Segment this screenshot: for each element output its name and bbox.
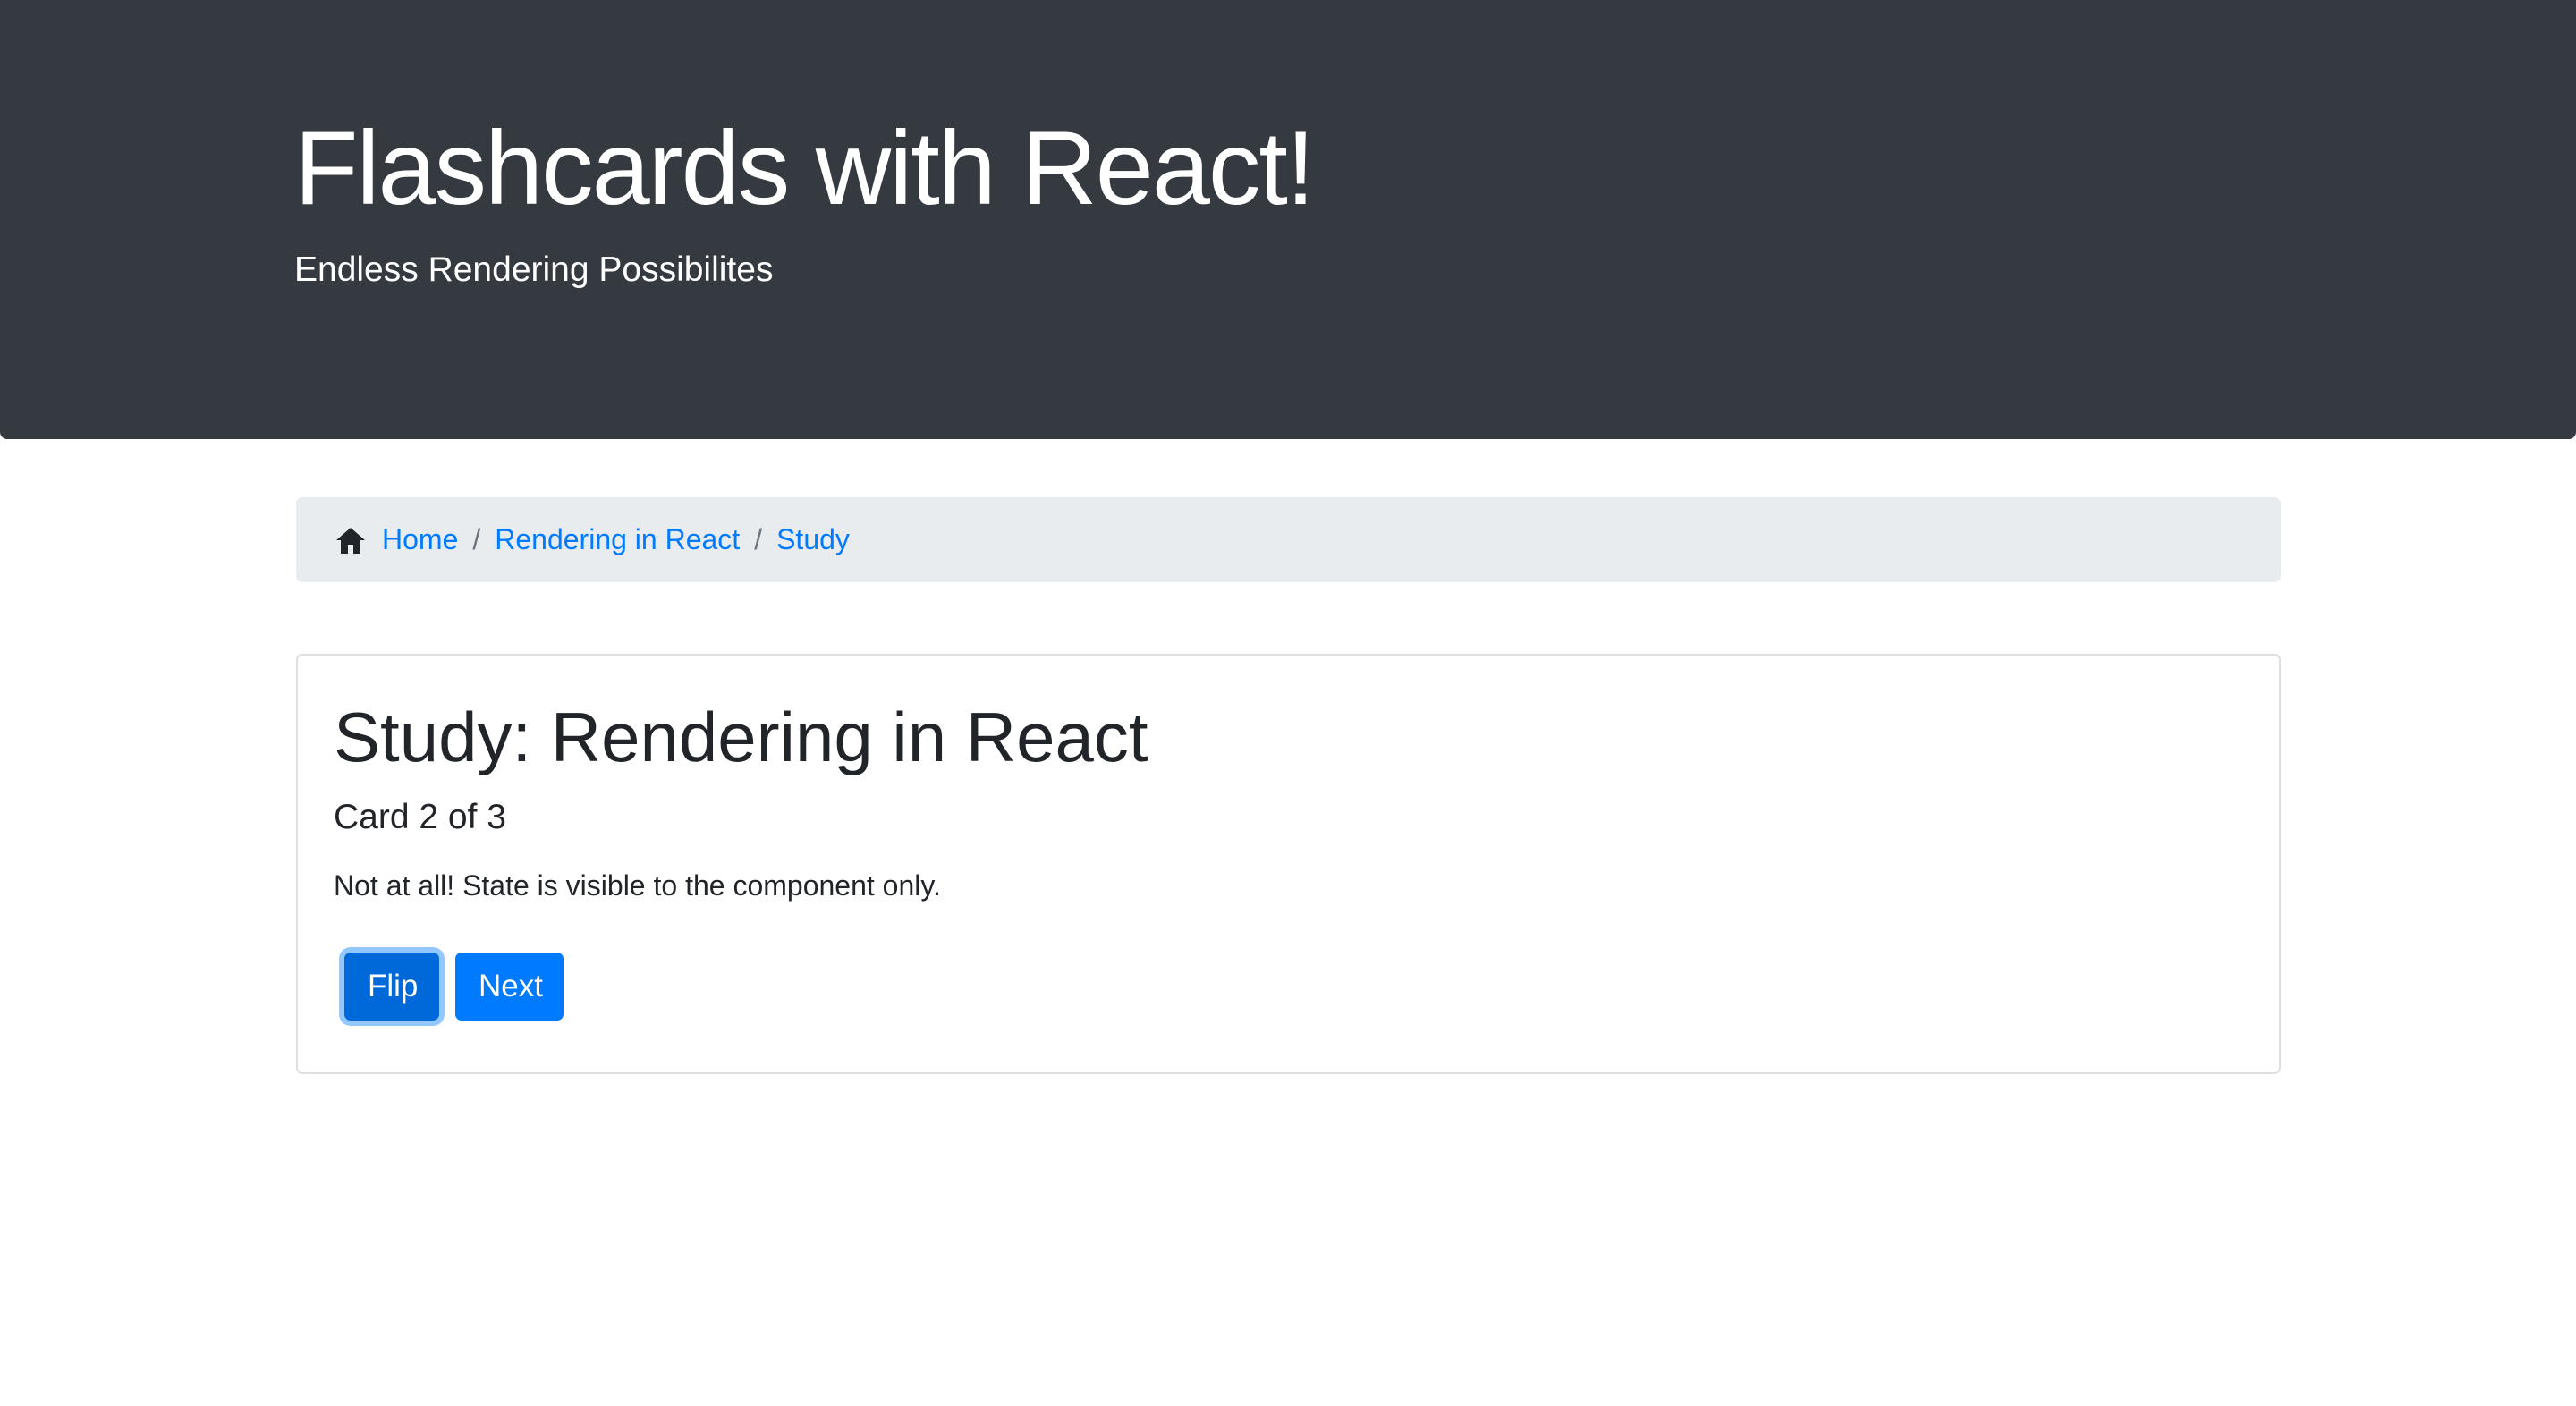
breadcrumb-separator: /: [472, 523, 481, 555]
card-counter: Card 2 of 3: [334, 798, 506, 836]
breadcrumb-item-home[interactable]: Home: [335, 523, 458, 556]
study-card: Study: Rendering in React Card 2 of 3 No…: [296, 654, 2281, 1074]
home-icon[interactable]: [335, 526, 366, 555]
breadcrumb-link-home[interactable]: Home: [382, 523, 458, 556]
breadcrumb-separator: /: [754, 523, 763, 555]
flip-button[interactable]: Flip: [344, 953, 439, 1021]
study-title: Study: Rendering in React: [334, 698, 1148, 776]
app-title: Flashcards with React!: [294, 109, 1315, 226]
breadcrumb-link-deck[interactable]: Rendering in React: [495, 523, 740, 556]
app-subtitle: Endless Rendering Possibilites: [294, 250, 774, 289]
breadcrumb: Home / Rendering in React / Study: [296, 497, 2281, 582]
next-button[interactable]: Next: [455, 953, 564, 1021]
breadcrumb-link-study[interactable]: Study: [776, 523, 850, 556]
jumbotron-header: Flashcards with React! Endless Rendering…: [0, 0, 2576, 439]
card-text: Not at all! State is visible to the comp…: [334, 869, 941, 902]
